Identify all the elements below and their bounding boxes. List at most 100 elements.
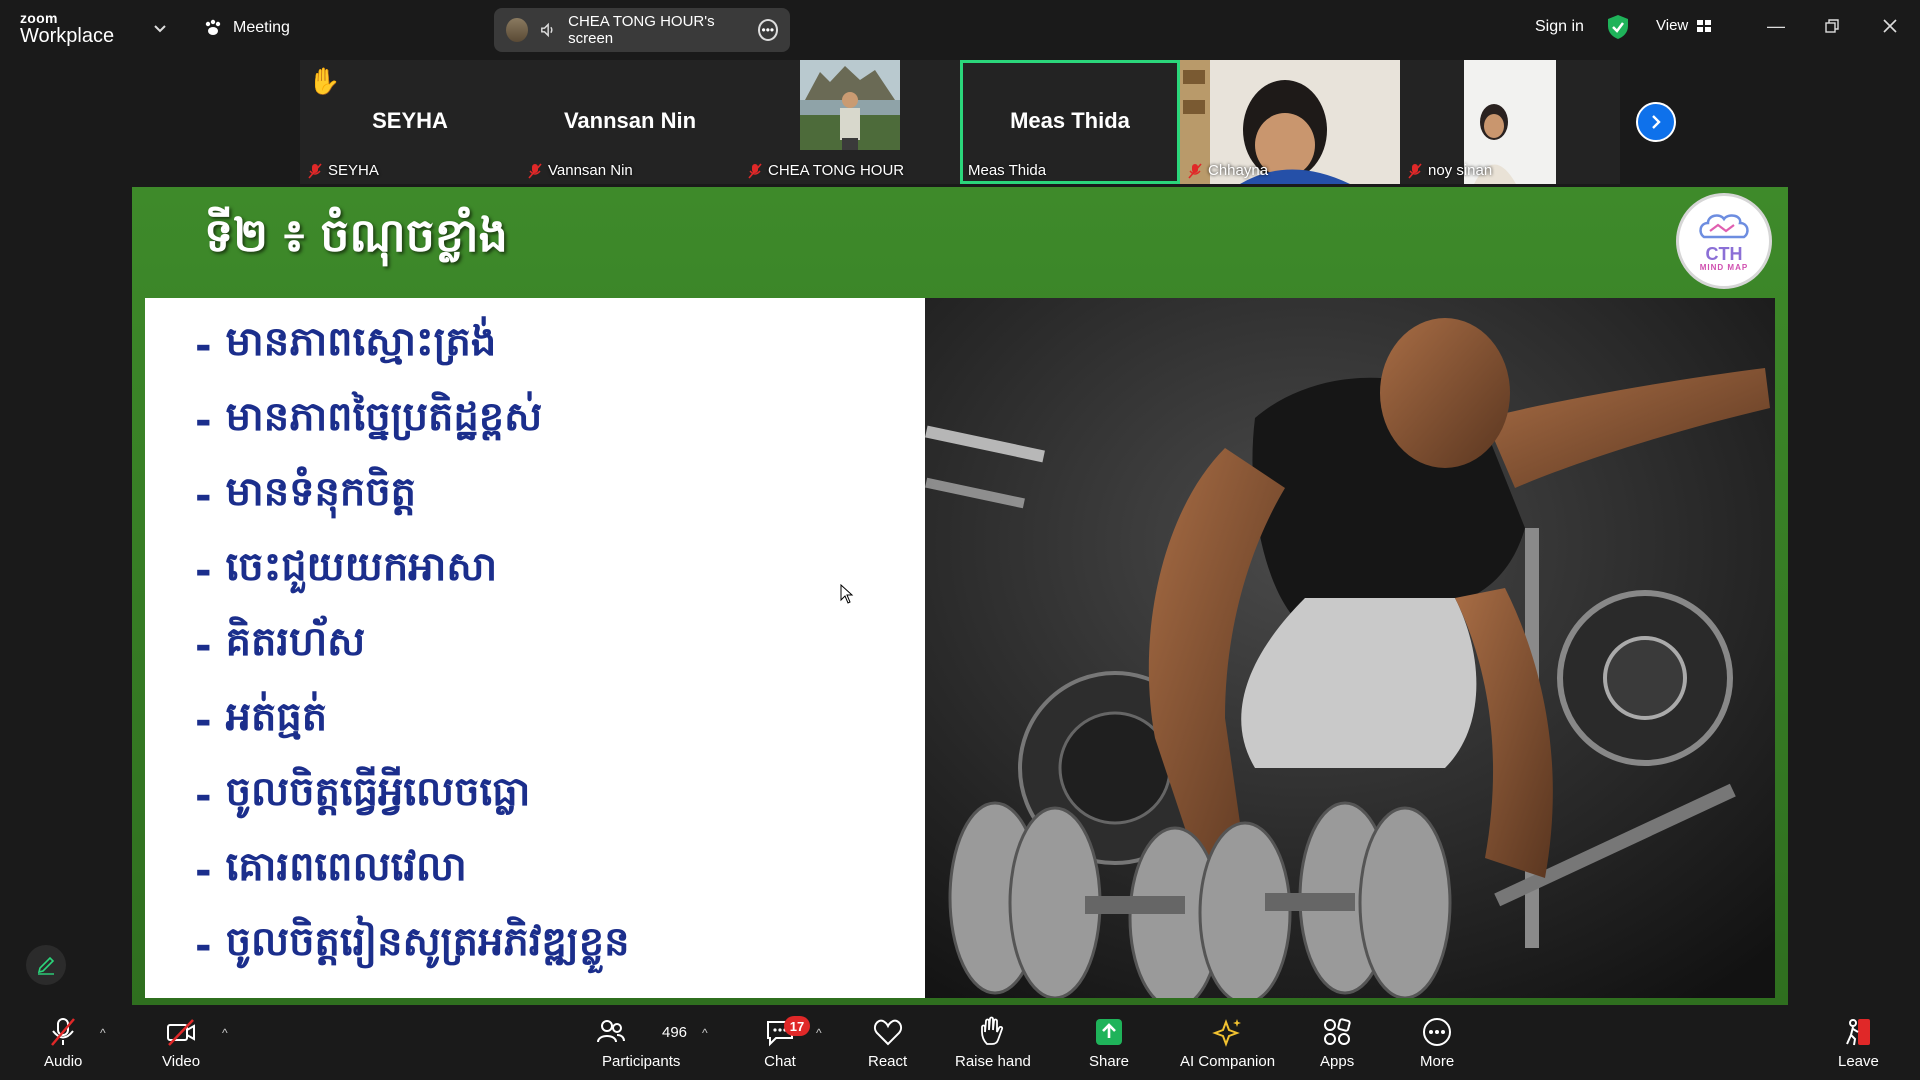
bullet-text: ចូលចិត្តរៀនសូត្រអភិវឌ្ឍខ្លួន [225, 919, 630, 965]
participants-options-caret[interactable]: ^ [702, 1026, 708, 1040]
participant-name: CHEA TONG HOUR [768, 162, 905, 179]
participant-tile[interactable]: Chhayna [1180, 60, 1400, 184]
more-options-icon[interactable]: ••• [757, 19, 778, 41]
bullet-text: មានភាពច្នៃប្រតិដ្ឋខ្ពស់ [225, 394, 543, 440]
more-button[interactable]: More [1420, 1016, 1454, 1070]
meeting-menu[interactable]: Meeting [203, 18, 290, 38]
participant-name: Meas Thida [968, 162, 1047, 179]
participant-name: SEYHA [328, 162, 379, 179]
bullet-text: មានភាពស្មោះត្រង់ [225, 319, 497, 365]
muted-mic-icon [308, 162, 322, 179]
participant-tile[interactable]: CHEA TONG HOUR [740, 60, 960, 184]
participant-tile[interactable]: Vannsan Nin Vannsan Nin [520, 60, 740, 184]
grid-icon [1697, 19, 1712, 32]
participant-label: Vannsan Nin [528, 162, 633, 179]
bullet-marker: - [195, 922, 212, 969]
leave-button[interactable]: Leave [1838, 1016, 1879, 1070]
participant-tile-active[interactable]: Meas Thida Meas Thida [960, 60, 1180, 184]
participant-name: Chhayna [1208, 162, 1269, 179]
bullet-panel: - មានភាពស្មោះត្រង់ - មានភាពច្នៃប្រតិដ្ឋខ្ព… [145, 298, 925, 998]
meeting-toolbar: Audio ^ Video ^ Participants 496 ^ Chat … [0, 1008, 1920, 1080]
view-button[interactable]: View [1656, 17, 1712, 34]
ai-companion-button[interactable]: AI Companion [1180, 1016, 1275, 1070]
muted-mic-icon [528, 162, 542, 179]
restore-icon[interactable] [1820, 14, 1844, 38]
annotate-button[interactable] [26, 945, 66, 985]
chevron-down-icon[interactable] [152, 20, 168, 36]
muted-mic-icon [1188, 162, 1202, 179]
participant-label: Chhayna [1188, 162, 1268, 179]
zoom-workplace-logo[interactable]: zoom Workplace [20, 11, 114, 46]
list-item: - ចូលចិត្តធ្វើអ្វីលេចធ្លោ [195, 758, 630, 833]
meeting-label: Meeting [233, 19, 290, 36]
participant-label: noy sinan [1408, 162, 1492, 179]
chat-label: Chat [764, 1053, 796, 1070]
bullet-marker: - [195, 472, 212, 519]
leave-icon [1846, 1019, 1871, 1046]
bullet-marker: - [195, 322, 212, 369]
raise-hand-label: Raise hand [955, 1053, 1031, 1070]
apps-icon [1324, 1018, 1351, 1045]
screen-share-indicator[interactable]: CHEA TONG HOUR's screen ••• [494, 8, 790, 52]
more-label: More [1420, 1053, 1455, 1070]
minimize-icon[interactable]: — [1764, 14, 1788, 38]
audio-options-caret[interactable]: ^ [100, 1026, 106, 1040]
participant-tile[interactable]: noy sinan [1400, 60, 1620, 184]
sparkle-icon [1211, 1019, 1241, 1047]
bullet-marker: - [195, 547, 212, 594]
gym-photo [925, 298, 1775, 998]
video-off-icon [167, 1019, 196, 1046]
participant-big-name: Vannsan Nin [563, 108, 697, 133]
heart-icon [873, 1019, 902, 1046]
participant-strip: ✋ SEYHA SEYHA Vannsan Nin Vannsan Nin CH… [300, 60, 1620, 184]
mouse-cursor-icon [840, 584, 854, 604]
pencil-icon [37, 956, 55, 975]
slide-title: ទី២ ៖ ចំណុចខ្លាំង [204, 208, 508, 262]
audio-button[interactable]: Audio [44, 1016, 82, 1070]
view-label: View [1656, 17, 1689, 34]
video-options-caret[interactable]: ^ [222, 1026, 228, 1040]
chat-options-caret[interactable]: ^ [816, 1026, 822, 1040]
close-icon[interactable] [1878, 14, 1902, 38]
participant-big-name: Meas Thida [1010, 108, 1130, 133]
list-item: - មានទំនុកចិត្ត [195, 458, 630, 533]
participant-tile[interactable]: ✋ SEYHA SEYHA [300, 60, 520, 184]
top-bar: zoom Workplace Meeting CHEA TONG HOUR's … [0, 0, 1920, 58]
bullet-marker: - [195, 697, 212, 744]
list-item: - អត់ធ្មត់ [195, 683, 630, 758]
participant-label: CHEA TONG HOUR [748, 162, 904, 179]
chevron-right-icon [1652, 115, 1661, 129]
hand-icon [981, 1016, 1004, 1045]
participants-label: Participants [602, 1053, 681, 1070]
brain-icon [1699, 213, 1749, 238]
list-item: - មានភាពស្មោះត្រង់ [195, 308, 630, 383]
shield-check-icon[interactable] [1606, 14, 1630, 40]
leave-label: Leave [1838, 1053, 1879, 1070]
apps-button[interactable]: Apps [1320, 1016, 1354, 1070]
brand-small: zoom [20, 10, 58, 26]
bullet-marker: - [195, 397, 212, 444]
logo-subtext: MIND MAP [1699, 262, 1749, 272]
brand-big: Workplace [20, 25, 115, 47]
participants-icon [597, 1020, 626, 1043]
chat-unread-badge: 17 [784, 1016, 810, 1036]
sign-in-link[interactable]: Sign in [1535, 18, 1584, 36]
bullet-text: គោរពពេលវេលា [225, 844, 467, 890]
share-screen-icon [1096, 1019, 1123, 1045]
bullet-marker: - [195, 622, 212, 669]
bullet-list: - មានភាពស្មោះត្រង់ - មានភាពច្នៃប្រតិដ្ឋខ្ព… [195, 308, 630, 983]
participant-big-name: SEYHA [372, 108, 448, 133]
muted-mic-icon [51, 1018, 76, 1046]
participant-name: Vannsan Nin [548, 162, 633, 179]
sharer-avatar [506, 18, 528, 42]
react-button[interactable]: React [868, 1016, 907, 1070]
list-item: - ចេះជួយយកអាសា [195, 533, 630, 608]
video-button[interactable]: Video [162, 1016, 200, 1070]
raise-hand-button[interactable]: Raise hand [955, 1016, 1031, 1070]
bullet-text: ចេះជួយយកអាសា [225, 544, 498, 590]
participant-count: 496 [662, 1024, 688, 1041]
share-button[interactable]: Share [1089, 1016, 1129, 1070]
paw-icon [205, 19, 221, 35]
next-page-button[interactable] [1636, 102, 1676, 142]
bullet-text: ចូលចិត្តធ្វើអ្វីលេចធ្លោ [225, 769, 531, 815]
